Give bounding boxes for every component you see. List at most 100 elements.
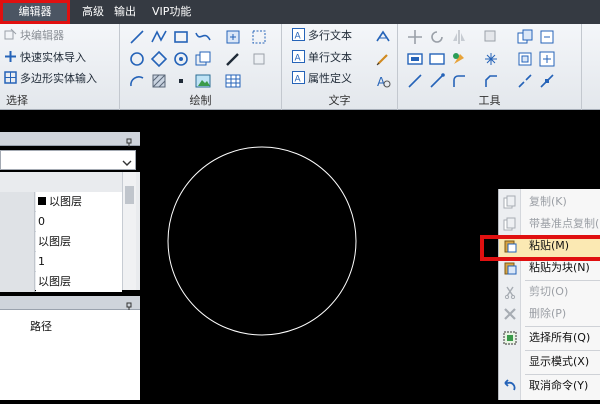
properties-scrollbar[interactable] [122,172,136,290]
property-value: 以图层 [36,232,122,252]
polyline-tool-icon[interactable] [150,28,168,46]
property-value: 1 [36,252,122,272]
svg-text:A: A [295,32,302,42]
move-tool-icon[interactable] [250,50,268,68]
plus-icon [4,50,17,63]
property-row[interactable]: 0 [0,212,122,232]
fillet-icon[interactable] [450,72,468,90]
properties-grid: 以图层 0 以图层 1 以图层 [0,172,140,292]
insert-block-icon[interactable] [224,28,242,46]
quick-entity-import-button[interactable]: 快速实体导入 [4,48,86,68]
property-value: 0 [36,212,122,232]
ellipse-tool-icon[interactable] [172,50,190,68]
scrollbar-thumb[interactable] [125,186,134,204]
attribute-definition-icon: A [292,71,305,85]
stretch-icon[interactable] [428,50,446,68]
layer-copy-icon[interactable] [194,50,212,68]
polygon-entity-input-button[interactable]: 多边形实体输入 [4,69,97,89]
property-row[interactable]: 以图层 [0,272,122,292]
property-row[interactable]: 以图层 [0,232,122,252]
table-tool-icon[interactable] [224,72,242,90]
text-edit-icon[interactable] [374,50,392,68]
property-row[interactable]: 1 [0,252,122,272]
paste-objects-icon[interactable] [538,28,556,46]
polygon-tool-icon[interactable] [150,50,168,68]
group-label-draw: 绘制 [189,94,212,107]
block-editor-icon [4,28,17,41]
menu-item-cut[interactable]: 剪切(O) [499,281,600,303]
extend-icon[interactable] [428,72,446,90]
menu-item-delete[interactable]: 删除(P) [499,303,600,325]
menu-item-paste-as-block[interactable]: 粘贴为块(N) [499,257,600,279]
attribute-definition-button[interactable]: A 属性定义 [292,69,352,89]
copy-icon [503,195,517,209]
menu-editor[interactable]: 编辑器 [0,0,70,24]
paste-icon [503,239,517,253]
menu-vip[interactable]: VIP功能 [146,0,197,24]
join-icon[interactable] [538,72,556,90]
property-key [0,192,35,212]
select-all-icon [503,331,517,345]
ribbon-toolbar: 块编辑器 快速实体导入 多边形实体输入 选择 绘制 A 多行文本 A 单行文本 … [0,24,600,110]
point-tool-icon[interactable] [172,72,190,90]
move-icon[interactable] [406,28,424,46]
menu-item-cancel-command[interactable]: 取消命令(Y) [499,375,600,397]
group-label-tools: 工具 [478,94,501,107]
context-menu: 复制(K) 带基准点复制( 粘贴(M) 粘贴为块(N) 剪切(O) 删除(P) … [498,189,600,400]
property-key [0,232,35,252]
array-icon[interactable] [482,28,500,46]
menu-output[interactable]: 输出 [108,0,142,24]
color-swatch-icon [38,197,46,205]
undo-icon [503,379,517,393]
spline-tool-icon[interactable] [194,28,212,46]
explode-icon[interactable] [482,50,500,68]
single-line-text-button[interactable]: A 单行文本 [292,48,352,68]
secondary-panel-body [0,310,140,400]
find-text-icon[interactable]: A [374,72,392,90]
menu-item-select-all[interactable]: 选择所有(Q) [499,327,600,349]
scale-icon[interactable] [516,50,534,68]
svg-text:A: A [295,75,302,85]
text-style-icon[interactable] [374,28,392,46]
single-line-text-icon: A [292,50,305,64]
color-picker-icon[interactable] [450,50,468,68]
mirror-icon[interactable] [450,28,468,46]
menu-item-paste[interactable]: 粘贴(M) [499,235,600,257]
offset-icon[interactable] [406,50,424,68]
menu-item-display-mode[interactable]: 显示模式(X) [499,351,600,373]
multiline-text-icon: A [292,28,305,42]
block-editor-button[interactable]: 块编辑器 [4,26,64,46]
break-icon[interactable] [516,72,534,90]
pen-tool-icon[interactable] [224,50,242,68]
polygon-icon [4,71,17,84]
line-tool-icon[interactable] [128,28,146,46]
image-insert-icon[interactable] [194,72,212,90]
menu-advanced[interactable]: 高级 [76,0,110,24]
ribbon-group-draw: 绘制 [120,24,282,110]
chevron-down-icon [121,154,133,166]
property-value: 以图层 [36,192,122,212]
rectangle-tool-icon[interactable] [172,28,190,46]
pin-icon[interactable] [124,297,134,311]
rotate-icon[interactable] [428,28,446,46]
copy-base-point-icon [503,217,517,231]
arc-tool-icon[interactable] [128,72,146,90]
trim-icon[interactable] [406,72,424,90]
menu-bar: 编辑器 高级 输出 VIP功能 [0,0,600,24]
menu-item-copy-with-base-point[interactable]: 带基准点复制( [499,213,600,235]
group-label-select: 选择 [6,94,28,107]
circle-tool-icon[interactable] [128,50,146,68]
hatch-tool-icon[interactable] [150,72,168,90]
copy-objects-icon[interactable] [516,28,534,46]
paste-as-block-icon [503,261,517,275]
drawn-circle[interactable] [167,146,357,336]
pin-icon[interactable] [124,133,134,147]
properties-object-select[interactable] [0,150,136,170]
menu-item-copy[interactable]: 复制(K) [499,191,600,213]
hatch-options-icon[interactable] [250,28,268,46]
chamfer-icon[interactable] [482,72,500,90]
multiline-text-button[interactable]: A 多行文本 [292,26,352,46]
ribbon-group-select: 块编辑器 快速实体导入 多边形实体输入 选择 [0,24,120,110]
property-row[interactable]: 以图层 [0,192,122,212]
group-objects-icon[interactable] [538,50,556,68]
